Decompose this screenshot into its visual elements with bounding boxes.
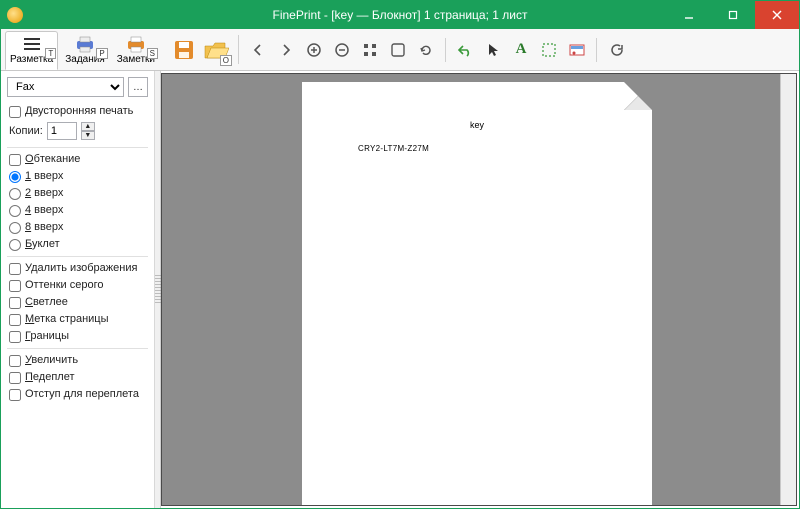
prev-page-button[interactable]: [247, 39, 269, 61]
pointer-tool[interactable]: [482, 39, 504, 61]
document-title: key: [302, 120, 652, 130]
fit-page-button[interactable]: [387, 39, 409, 61]
thumbnails-button[interactable]: [359, 39, 381, 61]
borders-checkbox[interactable]: [9, 331, 21, 343]
opt-remove-images[interactable]: Удалить изображения: [1, 260, 154, 277]
opt-2up[interactable]: 2 вверх: [1, 185, 154, 202]
page-mark-checkbox[interactable]: [9, 314, 21, 326]
grayscale-checkbox[interactable]: [9, 280, 21, 292]
opt-4up[interactable]: 4 вверх: [1, 202, 154, 219]
opt-gutter[interactable]: Отступ для переплета: [1, 386, 154, 403]
opt-underlay[interactable]: Педеплет: [1, 369, 154, 386]
save-button[interactable]: [170, 36, 198, 64]
close-button[interactable]: [755, 1, 799, 29]
duplex-checkbox[interactable]: [9, 106, 21, 118]
maximize-button[interactable]: [711, 1, 755, 29]
printer-select[interactable]: Fax: [7, 77, 124, 97]
page-fold-icon: [624, 82, 652, 110]
open-button-key: O: [220, 55, 232, 66]
document-content: CRY2-LT7M-Z27M: [358, 144, 429, 153]
tab-layout[interactable]: T Разметка: [5, 31, 58, 70]
nup-8-radio[interactable]: [9, 222, 21, 234]
copies-label: Копии:: [9, 125, 43, 137]
minimize-button[interactable]: [667, 1, 711, 29]
copies-spinner: ▲ ▼: [81, 122, 95, 140]
refresh-button[interactable]: [605, 39, 627, 61]
opt-duplex[interactable]: Двусторонняя печать: [1, 103, 154, 120]
body: Fax … Двусторонняя печать Копии: ▲ ▼ Обт…: [1, 71, 799, 508]
printer-row: Fax …: [1, 75, 154, 103]
opt-booklet[interactable]: Буклет: [1, 236, 154, 253]
layout-sidebar: Fax … Двусторонняя печать Копии: ▲ ▼ Обт…: [1, 71, 155, 508]
file-buttons: O: [164, 29, 236, 70]
layout-icon: [20, 34, 44, 54]
copies-up[interactable]: ▲: [81, 122, 95, 131]
remove-images-checkbox[interactable]: [9, 263, 21, 275]
mode-tabs: T Разметка P Задания S Заметки: [1, 29, 164, 70]
page-preview[interactable]: key CRY2-LT7M-Z27M Страница 1: [302, 82, 652, 506]
opt-1up[interactable]: 1 вверх: [1, 168, 154, 185]
next-page-button[interactable]: [275, 39, 297, 61]
opt-8up[interactable]: 8 вверх: [1, 219, 154, 236]
booklet-radio[interactable]: [9, 239, 21, 251]
open-button[interactable]: O: [202, 36, 230, 64]
opt-lighter[interactable]: Светлее: [1, 294, 154, 311]
notes-icon: [124, 34, 148, 54]
toolbar-separator: [238, 35, 239, 64]
zoom-out-button[interactable]: [331, 39, 353, 61]
main-toolbar: T Разметка P Задания S Заметки: [1, 29, 799, 71]
undo-button[interactable]: [454, 39, 476, 61]
gutter-checkbox[interactable]: [9, 389, 21, 401]
copies-down[interactable]: ▼: [81, 131, 95, 140]
copies-row: Копии: ▲ ▼: [1, 120, 154, 144]
nup-1-radio[interactable]: [9, 171, 21, 183]
app-window: FinePrint - [key — Блокнот] 1 страница; …: [0, 0, 800, 509]
opt-grayscale[interactable]: Оттенки серого: [1, 277, 154, 294]
printer-properties-button[interactable]: …: [128, 77, 148, 97]
tab-jobs-key: P: [96, 48, 107, 59]
select-area-tool[interactable]: [538, 39, 560, 61]
zoom-in-button[interactable]: [303, 39, 325, 61]
toolbar-separator-3: [596, 38, 597, 62]
tab-layout-key: T: [45, 48, 56, 59]
jobs-icon: [73, 34, 97, 54]
wrap-checkbox[interactable]: [9, 154, 21, 166]
nup-2-radio[interactable]: [9, 188, 21, 200]
text-tool[interactable]: A: [510, 39, 532, 61]
opt-enlarge[interactable]: Увеличить: [1, 352, 154, 369]
opt-wrap[interactable]: Обтекание: [1, 151, 154, 168]
tab-jobs[interactable]: P Задания: [60, 31, 110, 70]
copies-input[interactable]: [47, 122, 77, 140]
lighter-checkbox[interactable]: [9, 297, 21, 309]
titlebar: FinePrint - [key — Блокнот] 1 страница; …: [1, 1, 799, 29]
opt-borders[interactable]: Границы: [1, 328, 154, 345]
tab-notes[interactable]: S Заметки: [112, 31, 160, 70]
view-tools: A: [241, 29, 799, 70]
enlarge-checkbox[interactable]: [9, 355, 21, 367]
rotate-button[interactable]: [415, 39, 437, 61]
toolbar-separator-2: [445, 38, 446, 62]
window-controls: [667, 1, 799, 29]
underlay-checkbox[interactable]: [9, 372, 21, 384]
opt-page-mark[interactable]: Метка страницы: [1, 311, 154, 328]
app-icon: [7, 7, 23, 23]
nup-4-radio[interactable]: [9, 205, 21, 217]
vertical-scrollbar[interactable]: [780, 74, 796, 505]
tab-notes-key: S: [147, 48, 158, 59]
snapshot-tool[interactable]: [566, 39, 588, 61]
preview-canvas[interactable]: key CRY2-LT7M-Z27M Страница 1: [161, 73, 797, 506]
